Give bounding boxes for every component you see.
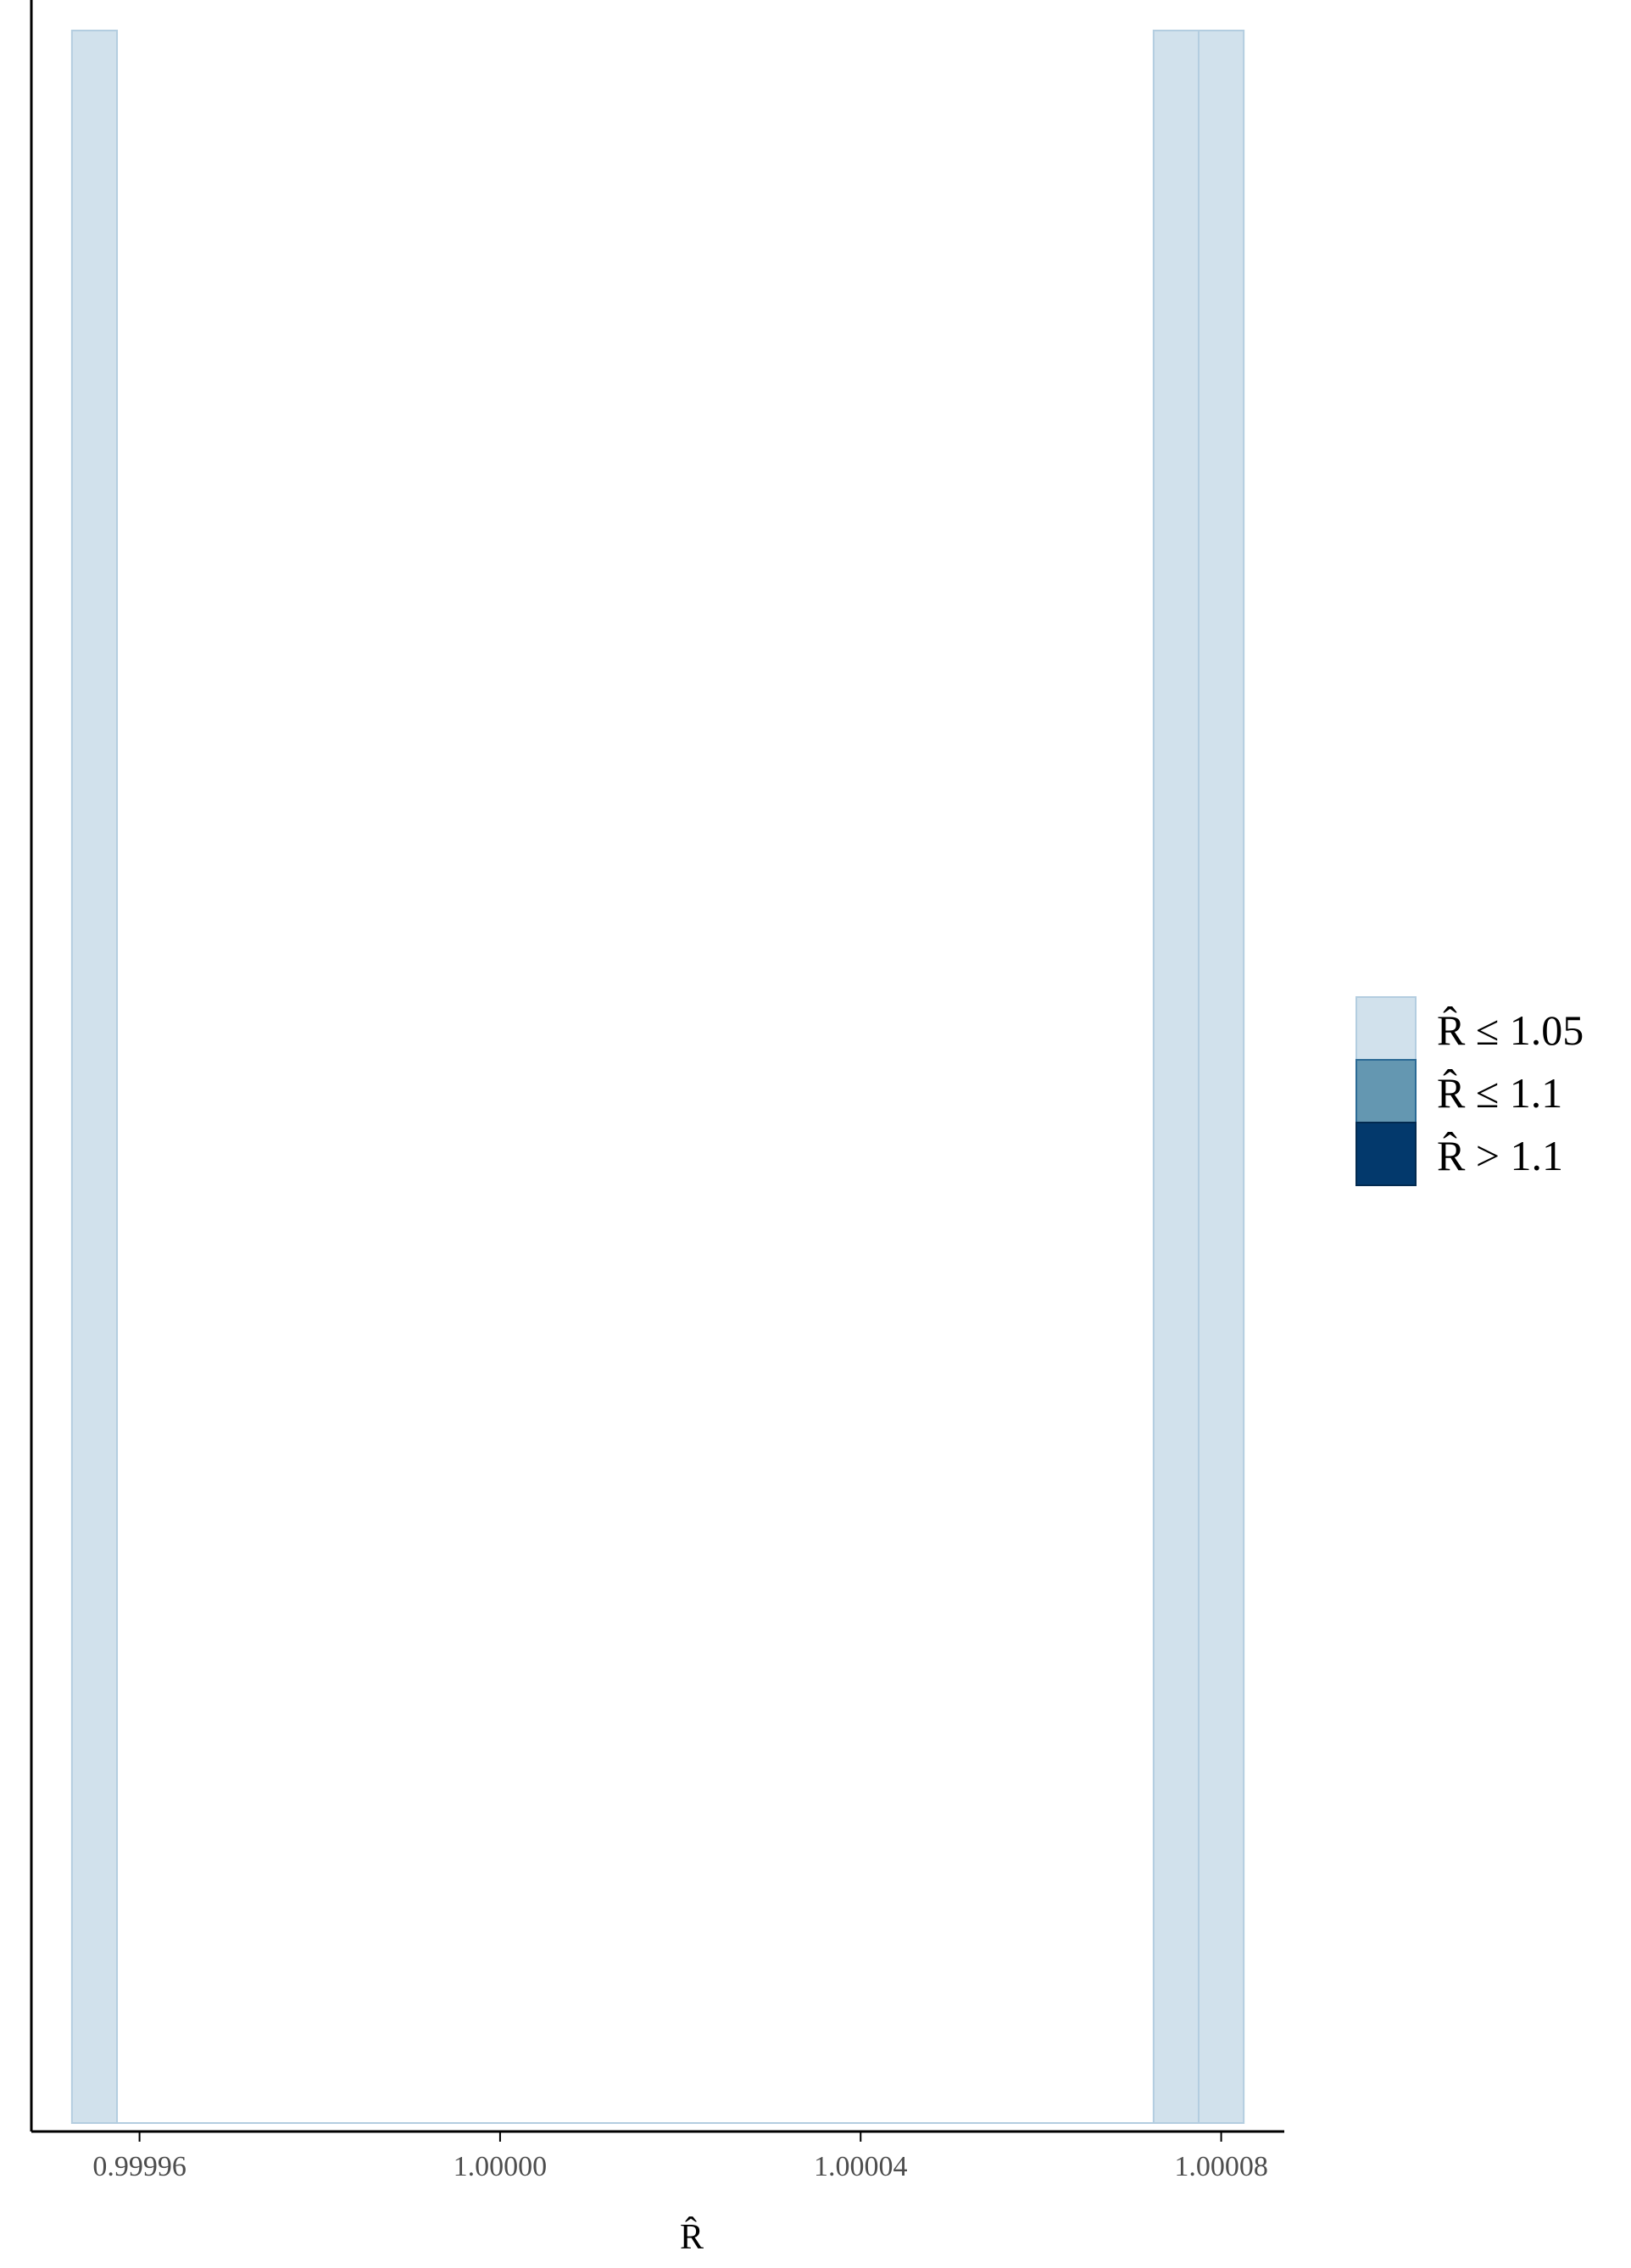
legend-label: R̂ ≤ 1.1 [1437, 1068, 1562, 1117]
legend-key [1355, 996, 1417, 1061]
bars-layer [70, 30, 1245, 2124]
histogram-bar [1197, 30, 1245, 2124]
x-tick-label: 1.00000 [454, 2151, 548, 2182]
legend-label: R̂ > 1.1 [1437, 1131, 1563, 1179]
x-axis-label: R̂ [680, 2216, 704, 2257]
x-tick-label: 0.99996 [92, 2151, 186, 2182]
histogram-bar [1152, 30, 1200, 2124]
legend: R̂ ≤ 1.05 R̂ ≤ 1.1 R̂ > 1.1 [1355, 996, 1584, 1186]
x-axis-title: R̂ [680, 2216, 704, 2257]
histogram-chart: 0.99996 1.00000 1.00004 1.00008 R̂ R̂ ≤ 1.0… [30, 0, 1584, 2257]
legend-key [1355, 1122, 1417, 1186]
legend-label: R̂ ≤ 1.05 [1437, 1006, 1584, 1054]
legend-key [1355, 1059, 1417, 1123]
histogram-bar [70, 30, 119, 2124]
x-tick-label: 1.00004 [814, 2151, 908, 2182]
x-tick-label: 1.00008 [1174, 2151, 1268, 2182]
x-ticks-layer: 0.99996 1.00000 1.00004 1.00008 [92, 2131, 1268, 2182]
